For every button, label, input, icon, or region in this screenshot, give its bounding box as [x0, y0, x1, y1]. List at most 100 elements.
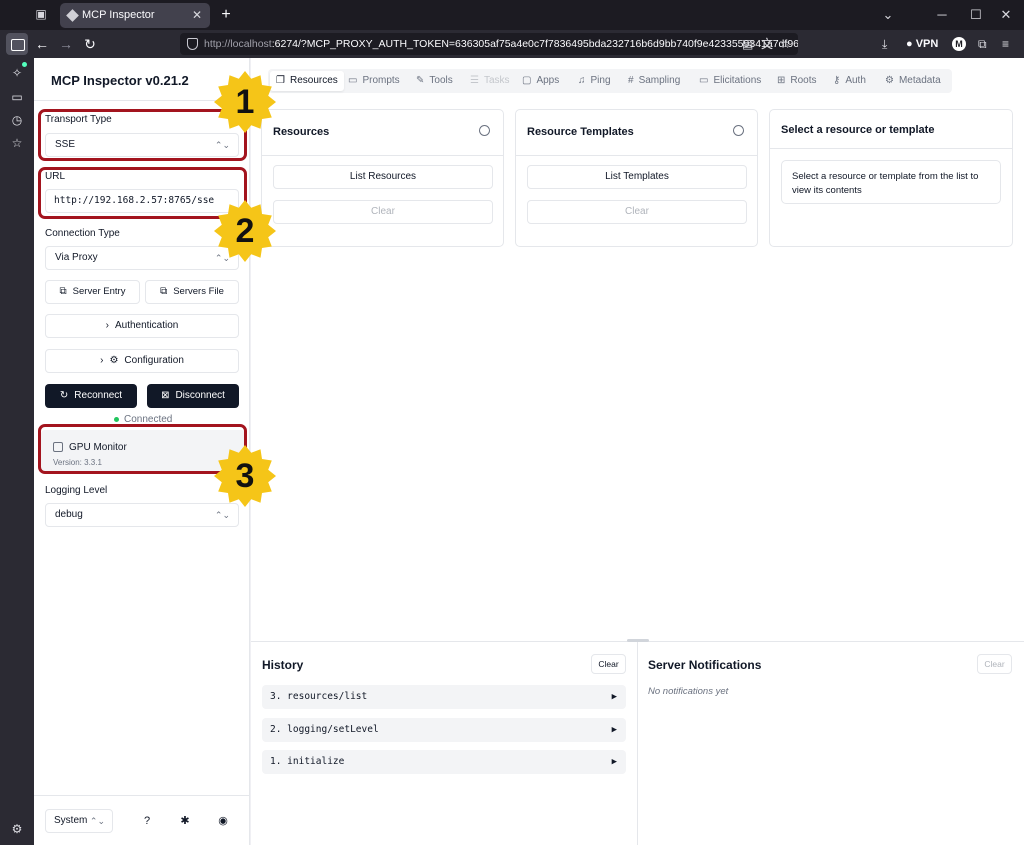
status-dot	[114, 416, 119, 422]
logging-level-label: Logging Level	[45, 485, 108, 496]
bookmark-star-icon[interactable]: ☆	[780, 36, 791, 52]
theme-select[interactable]: System ⌃⌄	[45, 809, 113, 833]
tab-tasks[interactable]: ☰ Tasks	[470, 69, 510, 93]
configuration-toggle[interactable]: › ⚙ Configuration	[45, 349, 239, 373]
account-avatar[interactable]: M	[952, 37, 966, 51]
address-bar[interactable]: http://localhost:6274/?MCP_PROXY_AUTH_TO…	[180, 33, 798, 55]
menu-icon[interactable]: ≡	[1002, 36, 1009, 52]
server-entry-button[interactable]: ⧉ Server Entry	[45, 280, 140, 304]
authentication-toggle[interactable]: › Authentication	[45, 314, 239, 338]
minimize-icon[interactable]: ─	[932, 5, 952, 25]
clear-templates-button[interactable]: Clear	[527, 200, 747, 224]
back-icon[interactable]: ←	[32, 34, 52, 54]
unplug-icon: ⊠	[161, 390, 170, 401]
resize-handle[interactable]	[627, 639, 649, 642]
panel-divider	[637, 642, 638, 845]
vpn-button[interactable]: ● VPN	[906, 36, 938, 52]
tab-list-chevron-icon[interactable]: ⌄	[878, 5, 898, 25]
expand-triangle-icon: ▶	[611, 757, 617, 767]
tab-auth[interactable]: ⚷ Auth	[833, 69, 866, 93]
clear-history-button[interactable]: Clear	[591, 654, 626, 674]
sidebar-toggle-icon[interactable]	[6, 33, 28, 55]
reload-icon[interactable]: ↻	[80, 34, 100, 54]
list-templates-button[interactable]: List Templates	[527, 165, 747, 189]
resources-card-title: Resources	[273, 126, 330, 138]
tab-overview-icon[interactable]: ▣	[34, 7, 48, 21]
tab-metadata[interactable]: ⚙ Metadata	[885, 69, 941, 93]
history-item[interactable]: 3. resources/list ▶	[262, 685, 626, 709]
browser-sidebar: ✧ ▭ ◷ ☆ ⚙	[0, 58, 34, 845]
forward-icon[interactable]: →	[56, 34, 76, 54]
url-rest: :6274/?MCP_PROXY_AUTH_TOKEN=636305af75a4…	[271, 38, 798, 50]
history-clock-icon[interactable]: ◷	[9, 112, 25, 128]
tab-label: Auth	[845, 75, 866, 86]
bug-icon[interactable]: ✱	[178, 814, 192, 828]
theme-value: System	[54, 815, 88, 826]
tools-icon: ✎	[416, 75, 425, 86]
browser-tab[interactable]: MCP Inspector ✕	[60, 3, 210, 28]
connection-type-select[interactable]: Via Proxy ⌃⌄	[45, 246, 239, 270]
tab-label: Prompts	[362, 75, 400, 86]
tab-tools[interactable]: ✎ Tools	[416, 69, 453, 93]
callout-number: 3	[235, 457, 255, 495]
clear-resources-button[interactable]: Clear	[273, 200, 493, 224]
tasks-icon: ☰	[470, 75, 479, 86]
help-icon[interactable]: ?	[140, 814, 154, 828]
disconnect-label: Disconnect	[175, 390, 225, 401]
sidebar-settings-gear-icon[interactable]: ⚙	[9, 821, 25, 837]
bookmarks-star-icon[interactable]: ☆	[9, 135, 25, 151]
close-tab-icon[interactable]: ✕	[192, 3, 202, 28]
tab-roots[interactable]: ⊞ Roots	[777, 69, 817, 93]
save-icon[interactable]: ▭	[9, 89, 25, 105]
logging-level-value: debug	[55, 509, 83, 520]
reconnect-icon: ↻	[59, 390, 69, 401]
history-item[interactable]: 1. initialize ▶	[262, 750, 626, 774]
detail-card-title: Select a resource or template	[781, 124, 935, 136]
copy-icon: ⧉	[160, 286, 168, 297]
tab-label: Resources	[289, 75, 338, 86]
tab-label: Metadata	[898, 75, 941, 86]
site-shield-icon[interactable]	[187, 38, 198, 50]
new-tab-icon[interactable]: +	[216, 4, 236, 26]
downloads-icon[interactable]: ⤓	[882, 36, 887, 52]
metadata-icon: ⚙	[885, 75, 894, 86]
clear-notifications-button[interactable]: Clear	[977, 654, 1012, 674]
disconnect-button[interactable]: ⊠ Disconnect	[147, 384, 239, 408]
divider	[34, 795, 250, 796]
tab-label: Tasks	[483, 75, 510, 86]
history-item[interactable]: 2. logging/setLevel ▶	[262, 718, 626, 742]
search-icon[interactable]	[479, 125, 490, 136]
tab-apps[interactable]: ▢ Apps	[522, 69, 559, 93]
close-window-icon[interactable]: ✕	[996, 5, 1016, 25]
github-icon[interactable]: ◉	[216, 814, 230, 828]
search-icon[interactable]	[733, 125, 744, 136]
history-item-label: 2. logging/setLevel	[270, 724, 379, 735]
maximize-icon[interactable]: ☐	[966, 5, 986, 25]
reader-view-icon[interactable]: ▤	[742, 36, 753, 52]
main-content: ❐ Resources ▭ Prompts ✎ Tools ☰ Tasks ▢ Apps …	[251, 58, 1024, 845]
list-resources-button[interactable]: List Resources	[273, 165, 493, 189]
tab-ping[interactable]: ♫ Ping	[578, 69, 611, 93]
logging-level-select[interactable]: debug ⌃⌄	[45, 503, 239, 527]
server-entry-label: Server Entry	[72, 286, 126, 297]
callout-badge: 2	[213, 199, 277, 263]
tab-resources[interactable]: ❐ Resources	[270, 71, 344, 91]
expand-triangle-icon: ▶	[611, 725, 617, 735]
tab-label: Sampling	[638, 75, 681, 86]
ai-sparkle-icon[interactable]: ✧	[9, 65, 25, 81]
connection-type-value: Via Proxy	[55, 252, 98, 263]
servers-file-button[interactable]: ⧉ Servers File	[145, 280, 239, 304]
translate-icon[interactable]: 文	[761, 36, 773, 52]
gear-icon: ⚙	[109, 355, 119, 366]
tab-prompts[interactable]: ▭ Prompts	[348, 69, 400, 93]
tab-elicitations[interactable]: ▭ Elicitations	[699, 69, 761, 93]
resources-card: Resources List Resources Clear	[261, 109, 504, 247]
tab-sampling[interactable]: # Sampling	[628, 69, 680, 93]
roots-icon: ⊞	[777, 75, 786, 86]
empty-notifications-text: No notifications yet	[648, 686, 729, 697]
notifications-title: Server Notifications	[648, 658, 762, 672]
reconnect-button[interactable]: ↻ Reconnect	[45, 384, 137, 408]
elicitations-icon: ▭	[699, 75, 709, 86]
extensions-icon[interactable]: ⧉	[978, 36, 987, 52]
sampling-icon: #	[628, 75, 634, 86]
